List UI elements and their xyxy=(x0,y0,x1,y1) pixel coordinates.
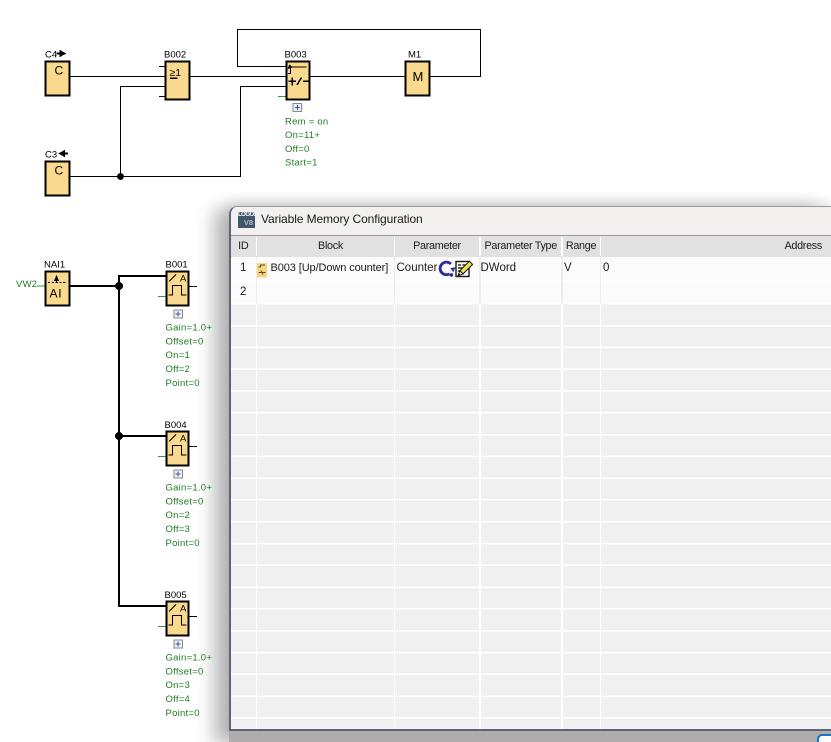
svg-text:A: A xyxy=(180,604,187,615)
svg-text:B001: B001 xyxy=(166,260,188,271)
svg-text:On=1: On=1 xyxy=(166,350,191,361)
svg-text:C4: C4 xyxy=(45,50,57,61)
svg-text:C3: C3 xyxy=(45,150,57,161)
svg-text:Gain=1.0+: Gain=1.0+ xyxy=(166,323,213,334)
svg-text:B002: B002 xyxy=(164,50,186,61)
svg-text:Gain=1.0+: Gain=1.0+ xyxy=(166,483,213,494)
svg-text:A: A xyxy=(180,274,187,285)
svg-text:M: M xyxy=(413,69,424,84)
svg-text:M1: M1 xyxy=(408,50,421,61)
svg-text:Offset=0: Offset=0 xyxy=(166,496,204,507)
svg-text:B003: B003 xyxy=(285,50,307,61)
svg-text:On=11+: On=11+ xyxy=(285,130,320,141)
svg-text:Off=2: Off=2 xyxy=(166,364,191,375)
svg-text:≥1: ≥1 xyxy=(170,67,182,79)
svg-text:Point=0: Point=0 xyxy=(166,708,200,719)
svg-text:C: C xyxy=(55,164,64,178)
svg-text:NAI1: NAI1 xyxy=(44,260,65,271)
svg-text:Gain=1.0+: Gain=1.0+ xyxy=(166,653,213,664)
svg-text:Offset=0: Offset=0 xyxy=(166,666,204,677)
svg-text:A: A xyxy=(180,434,187,445)
svg-text:Off=0: Off=0 xyxy=(285,144,310,155)
svg-text:Point=0: Point=0 xyxy=(166,538,200,549)
svg-text:Offset=0: Offset=0 xyxy=(166,336,204,347)
svg-text:Point=0: Point=0 xyxy=(166,378,200,389)
svg-text:Off=3: Off=3 xyxy=(166,524,191,535)
svg-text:B004: B004 xyxy=(165,420,187,431)
svg-text:B005: B005 xyxy=(165,590,187,601)
svg-text:C: C xyxy=(55,64,64,78)
svg-text:Rem = on: Rem = on xyxy=(285,117,328,128)
svg-text:AI: AI xyxy=(50,287,63,301)
svg-text:On=2: On=2 xyxy=(166,510,191,521)
svg-text:VW2: VW2 xyxy=(16,279,37,290)
svg-text:On=3: On=3 xyxy=(166,680,191,691)
svg-text:Off=4: Off=4 xyxy=(166,694,191,705)
svg-text:Start=1: Start=1 xyxy=(285,158,318,169)
